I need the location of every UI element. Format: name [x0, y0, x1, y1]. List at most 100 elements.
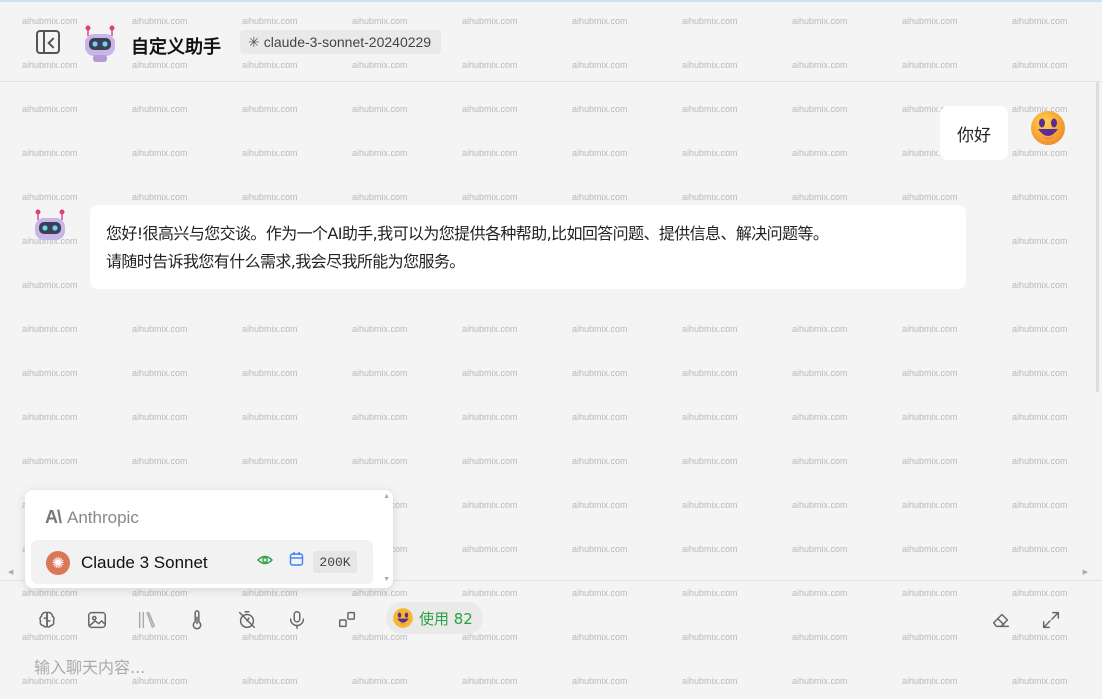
thermometer-icon[interactable] — [184, 607, 210, 633]
watermark-text: aihubmix.com — [242, 324, 298, 334]
scroll-left-icon[interactable]: ◀ — [8, 568, 13, 576]
watermark-text: aihubmix.com — [242, 104, 298, 114]
watermark-text: aihubmix.com — [22, 324, 78, 334]
watermark-text: aihubmix.com — [22, 104, 78, 114]
timer-off-icon[interactable] — [234, 607, 260, 633]
watermark-text: aihubmix.com — [1012, 368, 1068, 378]
messages-scrollbar[interactable] — [1093, 82, 1102, 392]
watermark-text: aihubmix.com — [902, 192, 958, 202]
watermark-text: aihubmix.com — [352, 148, 408, 158]
scroll-right-icon[interactable]: ▶ — [1083, 568, 1088, 576]
model-chip[interactable]: ✳ claude-3-sonnet-20240229 — [240, 30, 442, 54]
watermark-text: aihubmix.com — [462, 148, 518, 158]
watermark-text: aihubmix.com — [682, 368, 738, 378]
watermark-text: aihubmix.com — [682, 456, 738, 466]
anthropic-star-icon: ✳ — [248, 33, 260, 50]
popup-scroll-down-icon[interactable]: ▼ — [383, 576, 390, 583]
watermark-text: aihubmix.com — [1012, 324, 1068, 334]
user-message-text: 你好 — [957, 125, 991, 146]
watermark-text: aihubmix.com — [462, 324, 518, 334]
grinning-emoji-icon — [393, 608, 413, 628]
image-icon[interactable] — [84, 607, 110, 633]
library-icon[interactable] — [134, 607, 160, 633]
watermark-text: aihubmix.com — [682, 412, 738, 422]
watermark-text: aihubmix.com — [242, 192, 298, 202]
watermark-text: aihubmix.com — [1012, 544, 1068, 554]
watermark-text: aihubmix.com — [242, 148, 298, 158]
context-length-badge: 200K — [313, 551, 357, 573]
watermark-text: aihubmix.com — [902, 412, 958, 422]
watermark-text: aihubmix.com — [22, 280, 78, 290]
watermark-text: aihubmix.com — [572, 456, 628, 466]
watermark-text: aihubmix.com — [792, 192, 848, 202]
scrollbar-thumb[interactable] — [1096, 82, 1099, 392]
watermark-text: aihubmix.com — [792, 148, 848, 158]
watermark-text: aihubmix.com — [682, 148, 738, 158]
watermark-text: aihubmix.com — [792, 456, 848, 466]
watermark-text: aihubmix.com — [242, 412, 298, 422]
sidebar-toggle-icon[interactable] — [36, 30, 60, 54]
watermark-text: aihubmix.com — [462, 412, 518, 422]
watermark-text: aihubmix.com — [462, 104, 518, 114]
watermark-text: aihubmix.com — [572, 368, 628, 378]
provider-name: Anthropic — [67, 507, 139, 527]
robot-icon[interactable] — [80, 24, 120, 64]
model-select-popup: ▲ A\ Anthropic ✺ Claude 3 Sonnet 200K ▼ — [25, 490, 393, 588]
assistant-message-bubble: 您好!很高兴与您交谈。作为一个AI助手,我可以为您提供各种帮助,比如回答问题、提… — [90, 205, 966, 289]
model-chip-label: claude-3-sonnet-20240229 — [263, 34, 432, 50]
watermark-text: aihubmix.com — [902, 456, 958, 466]
watermark-text: aihubmix.com — [22, 192, 78, 202]
watermark-text: aihubmix.com — [902, 368, 958, 378]
watermark-text: aihubmix.com — [22, 456, 78, 466]
usage-button[interactable]: 使用 82 — [386, 602, 483, 634]
watermark-text: aihubmix.com — [682, 544, 738, 554]
watermark-text: aihubmix.com — [22, 368, 78, 378]
watermark-text: aihubmix.com — [462, 456, 518, 466]
brain-icon[interactable] — [34, 607, 60, 633]
watermark-text: aihubmix.com — [572, 148, 628, 158]
watermark-text: aihubmix.com — [132, 368, 188, 378]
chat-composer: 使用 82 — [0, 580, 1102, 699]
watermark-text: aihubmix.com — [462, 368, 518, 378]
watermark-text: aihubmix.com — [1012, 280, 1068, 290]
watermark-text: aihubmix.com — [572, 192, 628, 202]
watermark-text: aihubmix.com — [792, 412, 848, 422]
watermark-text: aihubmix.com — [242, 368, 298, 378]
claude-sparkle-icon: ✺ — [46, 551, 70, 575]
watermark-text: aihubmix.com — [572, 104, 628, 114]
watermark-text: aihubmix.com — [682, 324, 738, 334]
microphone-icon[interactable] — [284, 607, 310, 633]
watermark-text: aihubmix.com — [572, 500, 628, 510]
watermark-text: aihubmix.com — [352, 324, 408, 334]
watermark-text: aihubmix.com — [572, 544, 628, 554]
watermark-text: aihubmix.com — [792, 500, 848, 510]
model-option[interactable]: ✺ Claude 3 Sonnet 200K — [31, 540, 373, 584]
watermark-text: aihubmix.com — [1012, 456, 1068, 466]
watermark-text: aihubmix.com — [1012, 236, 1068, 246]
watermark-text: aihubmix.com — [902, 324, 958, 334]
watermark-text: aihubmix.com — [902, 544, 958, 554]
watermark-text: aihubmix.com — [132, 456, 188, 466]
watermark-text: aihubmix.com — [792, 368, 848, 378]
watermark-text: aihubmix.com — [572, 412, 628, 422]
eraser-icon[interactable] — [988, 607, 1014, 633]
provider-group-header: A\ Anthropic — [45, 507, 139, 528]
watermark-text: aihubmix.com — [352, 456, 408, 466]
watermark-text: aihubmix.com — [352, 192, 408, 202]
widgets-icon[interactable] — [334, 607, 360, 633]
user-message-bubble: 你好 — [940, 106, 1008, 160]
robot-icon[interactable] — [30, 208, 70, 248]
anthropic-logo-icon: A\ — [45, 507, 62, 527]
grinning-emoji-icon[interactable] — [1029, 109, 1067, 147]
watermark-text: aihubmix.com — [1012, 500, 1068, 510]
window-top-border — [0, 0, 1102, 2]
web-calendar-icon — [289, 551, 304, 571]
watermark-text: aihubmix.com — [352, 368, 408, 378]
watermark-text: aihubmix.com — [1012, 192, 1068, 202]
popup-scroll-up-icon[interactable]: ▲ — [383, 493, 390, 500]
watermark-text: aihubmix.com — [132, 104, 188, 114]
watermark-text: aihubmix.com — [352, 104, 408, 114]
chat-input[interactable] — [34, 655, 1064, 679]
watermark-text: aihubmix.com — [1012, 412, 1068, 422]
expand-icon[interactable] — [1038, 607, 1064, 633]
